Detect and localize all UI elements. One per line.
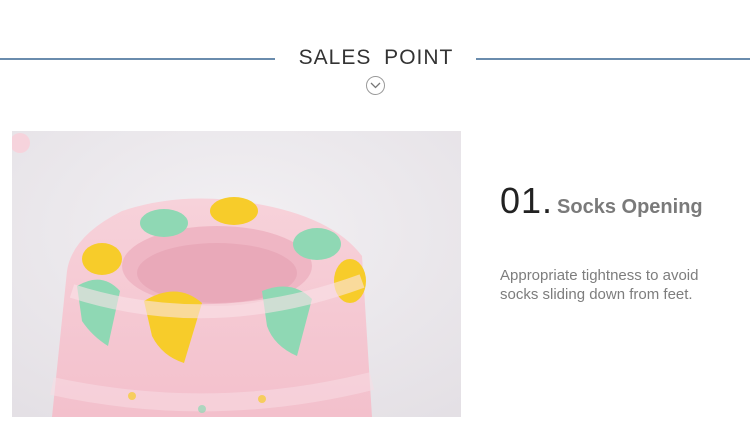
feature-heading: 01. Socks Opening — [500, 180, 745, 222]
divider-right — [476, 58, 750, 60]
feature-number: 01. — [500, 180, 554, 221]
chevron-down-icon — [366, 76, 385, 95]
feature-description: Appropriate tightness to avoid socks sli… — [500, 267, 699, 303]
divider-left — [0, 58, 275, 60]
product-photo — [12, 131, 461, 417]
feature-name: Socks Opening — [557, 196, 703, 218]
feature-detail: 01. Socks Opening Appropriate tightness t… — [500, 180, 745, 304]
section-header: SALES POINT — [0, 0, 750, 110]
section-title: SALES POINT — [298, 46, 454, 69]
